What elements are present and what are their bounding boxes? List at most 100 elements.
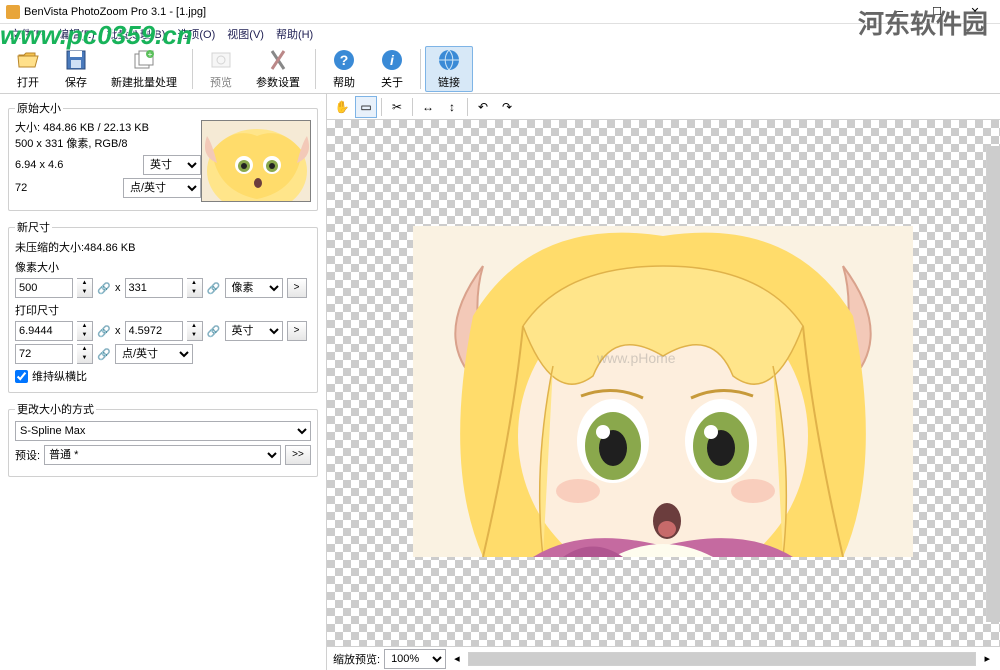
preset-select[interactable]: 普通 * xyxy=(44,445,281,465)
resolution-input[interactable] xyxy=(15,344,73,364)
rotate-right-icon: ↷ xyxy=(502,100,512,114)
help-button[interactable]: ? 帮助 xyxy=(320,46,368,92)
globe-icon xyxy=(437,48,461,72)
pixel-go-button[interactable]: > xyxy=(287,278,307,298)
link-aspect-icon[interactable]: 🔗 xyxy=(207,321,221,341)
toolbar-separator xyxy=(192,49,193,89)
save-button[interactable]: 保存 xyxy=(52,46,100,92)
preview-label: 预览 xyxy=(210,74,232,90)
bottom-bar: 缩放预览: 100% ◂ ▸ xyxy=(327,646,1000,670)
help-icon: ? xyxy=(332,48,356,72)
pixel-size-label: 像素大小 xyxy=(15,259,311,275)
open-label: 打开 xyxy=(17,74,39,90)
pixel-height-input[interactable] xyxy=(125,278,183,298)
menu-view[interactable]: 视图(V) xyxy=(221,24,270,44)
main-layout: 原始大小 大小: 484.86 KB / 22.13 KB 500 x 331 … xyxy=(0,94,1000,670)
print-height-spinner[interactable]: ▲▼ xyxy=(187,321,203,341)
canvas-toolbar: ✋ ▭ ✂ ↔ ↕ ↶ ↷ xyxy=(327,94,1000,120)
menu-help[interactable]: 帮助(H) xyxy=(270,24,319,44)
save-label: 保存 xyxy=(65,74,87,90)
params-label: 参数设置 xyxy=(256,74,300,90)
link-aspect-icon[interactable]: 🔗 xyxy=(97,278,111,298)
link-aspect-icon[interactable]: 🔗 xyxy=(97,344,111,364)
flip-v-button[interactable]: ↕ xyxy=(441,96,463,118)
preset-label: 预设: xyxy=(15,447,40,463)
zoom-label: 缩放预览: xyxy=(333,651,380,667)
params-button[interactable]: 参数设置 xyxy=(245,46,311,92)
marquee-tool-button[interactable]: ▭ xyxy=(355,96,377,118)
preview-icon xyxy=(209,48,233,72)
canvas-viewport[interactable]: www.pHome xyxy=(327,120,1000,646)
resolution-spinner[interactable]: ▲▼ xyxy=(77,344,93,364)
new-size-panel: 新尺寸 未压缩的大小:484.86 KB 像素大小 ▲▼ 🔗 x ▲▼ 🔗 像素… xyxy=(8,219,318,393)
pixel-unit-select[interactable]: 像素 xyxy=(225,278,283,298)
zoom-right-arrow[interactable]: ▸ xyxy=(980,652,994,665)
keep-aspect-checkbox[interactable] xyxy=(15,370,28,383)
link-aspect-icon[interactable]: 🔗 xyxy=(207,278,221,298)
canvas-toolbar-separator xyxy=(412,98,413,116)
window-title: BenVista PhotoZoom Pro 3.1 - [1.jpg] xyxy=(24,6,880,18)
thumbnail xyxy=(201,120,311,202)
crop-icon: ✂ xyxy=(392,100,402,114)
rotate-right-button[interactable]: ↷ xyxy=(496,96,518,118)
canvas-toolbar-separator xyxy=(381,98,382,116)
zoom-left-arrow[interactable]: ◂ xyxy=(450,652,464,665)
batch-icon: + xyxy=(132,48,156,72)
folder-open-icon xyxy=(16,48,40,72)
orig-res-unit-select[interactable]: 点/英寸 xyxy=(123,178,201,198)
crop-tool-button[interactable]: ✂ xyxy=(386,96,408,118)
new-size-legend: 新尺寸 xyxy=(15,219,52,235)
new-batch-label: 新建批量处理 xyxy=(111,74,177,90)
toolbar-separator xyxy=(315,49,316,89)
transparency-checker: www.pHome xyxy=(327,120,1000,646)
zoom-select[interactable]: 100% xyxy=(384,649,446,669)
app-icon xyxy=(6,5,20,19)
pixel-width-input[interactable] xyxy=(15,278,73,298)
pixel-width-spinner[interactable]: ▲▼ xyxy=(77,278,93,298)
resize-method-select[interactable]: S-Spline Max xyxy=(15,421,311,441)
main-toolbar: 打开 保存 + 新建批量处理 预览 参数设置 ? 帮助 i 关于 xyxy=(0,44,1000,94)
orig-dimensions: 500 x 331 像素, RGB/8 xyxy=(15,136,201,152)
preview-button[interactable]: 预览 xyxy=(197,46,245,92)
content-area: ✋ ▭ ✂ ↔ ↕ ↶ ↷ xyxy=(326,94,1000,670)
tools-icon xyxy=(266,48,290,72)
pixel-height-spinner[interactable]: ▲▼ xyxy=(187,278,203,298)
preset-more-button[interactable]: >> xyxy=(285,445,311,465)
flip-h-icon: ↔ xyxy=(422,100,434,114)
horizontal-scrollbar[interactable] xyxy=(468,652,977,666)
link-aspect-icon[interactable]: 🔗 xyxy=(97,321,111,341)
marquee-icon: ▭ xyxy=(360,100,371,114)
rotate-left-button[interactable]: ↶ xyxy=(472,96,494,118)
orig-phys-dims: 6.94 x 4.6 xyxy=(15,157,63,173)
svg-text:?: ? xyxy=(340,52,349,68)
print-width-spinner[interactable]: ▲▼ xyxy=(77,321,93,341)
link-button[interactable]: 链接 xyxy=(425,46,473,92)
open-button[interactable]: 打开 xyxy=(4,46,52,92)
print-width-input[interactable] xyxy=(15,321,73,341)
orig-filesize: 大小: 484.86 KB / 22.13 KB xyxy=(15,120,201,136)
print-size-label: 打印尺寸 xyxy=(15,302,311,318)
print-go-button[interactable]: > xyxy=(287,321,307,341)
print-height-input[interactable] xyxy=(125,321,183,341)
resolution-unit-select[interactable]: 点/英寸 xyxy=(115,344,193,364)
sidebar: 原始大小 大小: 484.86 KB / 22.13 KB 500 x 331 … xyxy=(0,94,326,670)
resize-method-legend: 更改大小的方式 xyxy=(15,401,96,417)
pan-tool-button[interactable]: ✋ xyxy=(331,96,353,118)
orig-phys-unit-select[interactable]: 英寸 xyxy=(143,155,201,175)
save-icon xyxy=(64,48,88,72)
flip-v-icon: ↕ xyxy=(449,100,455,114)
flip-h-button[interactable]: ↔ xyxy=(417,96,439,118)
original-size-legend: 原始大小 xyxy=(15,100,63,116)
uncompressed-size: 未压缩的大小:484.86 KB xyxy=(15,239,311,255)
print-unit-select[interactable]: 英寸 xyxy=(225,321,283,341)
original-size-panel: 原始大小 大小: 484.86 KB / 22.13 KB 500 x 331 … xyxy=(8,100,318,211)
new-batch-button[interactable]: + 新建批量处理 xyxy=(100,46,188,92)
keep-aspect-label: 维持纵横比 xyxy=(32,368,87,384)
toolbar-separator xyxy=(420,49,421,89)
orig-resolution: 72 xyxy=(15,180,27,196)
about-button[interactable]: i 关于 xyxy=(368,46,416,92)
help-label: 帮助 xyxy=(333,74,355,90)
about-label: 关于 xyxy=(381,74,403,90)
vertical-scrollbar[interactable] xyxy=(986,146,1000,622)
canvas-toolbar-separator xyxy=(467,98,468,116)
